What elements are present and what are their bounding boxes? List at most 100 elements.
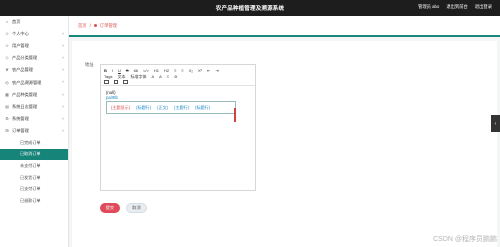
video-icon[interactable] [123,79,128,85]
chevron-left-icon: ‹ [494,120,497,127]
sidebar: ⌂ 首页 ☺ 个人中心 ˅ ☺ 用户管理 ˅ ◇ 产品分类管理 ˅ ❦ 农产品管… [0,16,69,247]
sidebar-subitem-completed-orders[interactable]: 已完成订单 [0,137,68,149]
chevron-down-icon: ˅ [61,80,64,85]
submit-button[interactable]: 提交 [100,203,120,213]
form-card: 地址 B I U S 66 </> H1 H2 ≡ ≡ X₂ X² ⇤ ⇥ Ta… [72,41,497,247]
content-box-item: (标题行) [195,104,211,110]
sidebar-item-categories[interactable]: ◇ 产品分类管理 ˅ [0,52,68,64]
chevron-down-icon: ˅ [61,44,64,49]
breadcrumb: 首页 / 订单管理 [69,16,500,37]
underline-button[interactable]: U [118,68,121,73]
breadcrumb-home[interactable]: 首页 [78,23,87,29]
top-right-menu: 管理员 abo 退出到前台 退出登录 [418,4,492,10]
chevron-up-icon: ˄ [61,128,64,133]
cart-icon: ⊞ [5,127,9,133]
user-label[interactable]: 管理员 abo [418,4,439,10]
trace-icon: ◎ [5,79,9,85]
outdent-button[interactable]: ⇤ [207,68,210,73]
link-icon[interactable] [104,79,109,85]
image-icon[interactable] [113,79,118,85]
sidebar-item-products[interactable]: ❦ 农产品管理 ˅ [0,64,68,76]
top-bar: 农产品种植管理及溯源系统 管理员 abo 退出到前台 退出登录 [0,0,500,16]
chevron-down-icon: ˅ [61,32,64,37]
sidebar-subitem-unpaid-orders[interactable]: 未支付订单 [0,160,68,172]
sidebar-item-label: 农产品溯源管理 [12,79,42,85]
content-box-item: (主题行) [174,104,190,110]
chevron-down-icon: ˅ [61,92,64,97]
watermark: CSDN @程序员鹏鹏 [433,236,497,243]
sidebar-item-logs[interactable]: ▤ 系统日志管理 ˅ [0,101,68,113]
quote-button[interactable]: 66 [134,68,138,73]
sidebar-item-users[interactable]: ☺ 用户管理 ˅ [0,40,68,52]
home-icon: ⌂ [5,19,9,25]
background-color-button[interactable]: A [159,74,162,79]
sidebar-item-label: 系统管理 [12,115,29,121]
strike-button[interactable]: S [126,68,129,73]
sidebar-subitem-refunded-orders[interactable]: 已退款订单 [0,195,68,207]
sidebar-item-label: 用户管理 [12,43,29,49]
content-line-2: pa/9tb [106,95,118,100]
clear-format-button[interactable]: ⊘ [174,74,177,79]
superscript-button[interactable]: X² [198,68,202,73]
side-toggle-tab[interactable]: ‹ [491,115,500,132]
address-label: 地址 [85,62,94,67]
align-button[interactable]: ≡ [167,74,169,79]
sidebar-item-label: 首页 [12,19,21,25]
user-icon: ☺ [4,31,10,37]
indent-button[interactable]: ⇥ [215,68,218,73]
leaf-icon: ❦ [5,67,9,73]
sidebar-item-label: 系统日志管理 [12,103,38,109]
sidebar-subitem-cancelled-orders[interactable]: 已取消订单 [0,148,68,161]
chevron-down-icon: ˅ [61,116,64,121]
h1-button[interactable]: H1 [154,68,159,73]
users-icon: ☺ [4,43,10,49]
sidebar-subitem-paid-orders[interactable]: 已支付订单 [0,183,68,195]
cancel-button[interactable]: 取消 [126,203,147,213]
tag-icon: ◇ [5,55,9,61]
subscript-button[interactable]: X₂ [189,68,193,73]
sidebar-item-label: 产品种类管理 [12,91,38,97]
breadcrumb-separator: / [89,23,91,28]
exit-to-frontend-link[interactable]: 退出到前台 [446,4,467,10]
content-box-item: (主题显示) [111,104,131,110]
sidebar-item-profile[interactable]: ☺ 个人中心 ˅ [0,28,68,40]
text-select[interactable]: 文本 [117,74,125,79]
content-inline-box: (主题显示) (标题行) (正文) (主题行) (标题行) [106,101,236,114]
grid-icon: ▦ [5,91,9,97]
bold-button[interactable]: B [104,68,107,73]
h2-button[interactable]: H2 [164,68,169,73]
italic-button[interactable]: I [112,68,113,73]
sidebar-item-home[interactable]: ⌂ 首页 [0,16,68,28]
sidebar-item-label: 农产品管理 [12,67,33,73]
chevron-down-icon: ˅ [61,56,64,61]
sidebar-item-product-types[interactable]: ▦ 产品种类管理 ˅ [0,89,68,101]
sidebar-item-label: 个人中心 [12,31,29,37]
breadcrumb-current: 订单管理 [99,22,117,28]
content-box-item: (正文) [157,104,169,110]
toolbar-row-insert [104,79,252,85]
font-select[interactable]: 标准字体 [130,74,146,79]
sidebar-subitem-shipped-orders[interactable]: 已发货订单 [0,172,68,184]
content-box-item: (标题行) [136,104,152,110]
sidebar-item-system[interactable]: ⚙ 系统管理 ˅ [0,113,68,125]
code-button[interactable]: </> [143,68,149,73]
sidebar-item-orders[interactable]: ⊞ 订单管理 ˄ [0,125,68,137]
gear-icon: ⚙ [5,115,9,121]
editor-content[interactable]: (null) pa/9tb (主题显示) (标题行) (正文) (主题行) (标… [101,86,255,118]
main-area: 首页 / 订单管理 地址 B I U S 66 </> H1 H2 ≡ ≡ X₂ [69,16,500,247]
logout-link[interactable]: 退出登录 [475,4,492,10]
text-cursor [234,108,236,122]
sidebar-item-traceability[interactable]: ◎ 农产品溯源管理 ˅ [0,76,68,88]
chevron-down-icon: ˅ [61,68,64,73]
breadcrumb-dot-icon [93,24,97,27]
sidebar-item-label: 订单管理 [12,127,29,133]
ordered-list-button[interactable]: ≡ [174,68,176,73]
tags-select[interactable]: Tags [104,74,112,79]
sidebar-item-label: 产品分类管理 [12,55,38,61]
editor-toolbar: B I U S 66 </> H1 H2 ≡ ≡ X₂ X² ⇤ ⇥ Tags [101,65,255,86]
rich-text-editor[interactable]: B I U S 66 </> H1 H2 ≡ ≡ X₂ X² ⇤ ⇥ Tags [100,64,256,191]
font-color-button[interactable]: A [151,74,154,79]
log-icon: ▤ [5,103,9,109]
bullet-list-button[interactable]: ≡ [181,68,183,73]
chevron-down-icon: ˅ [61,104,64,109]
